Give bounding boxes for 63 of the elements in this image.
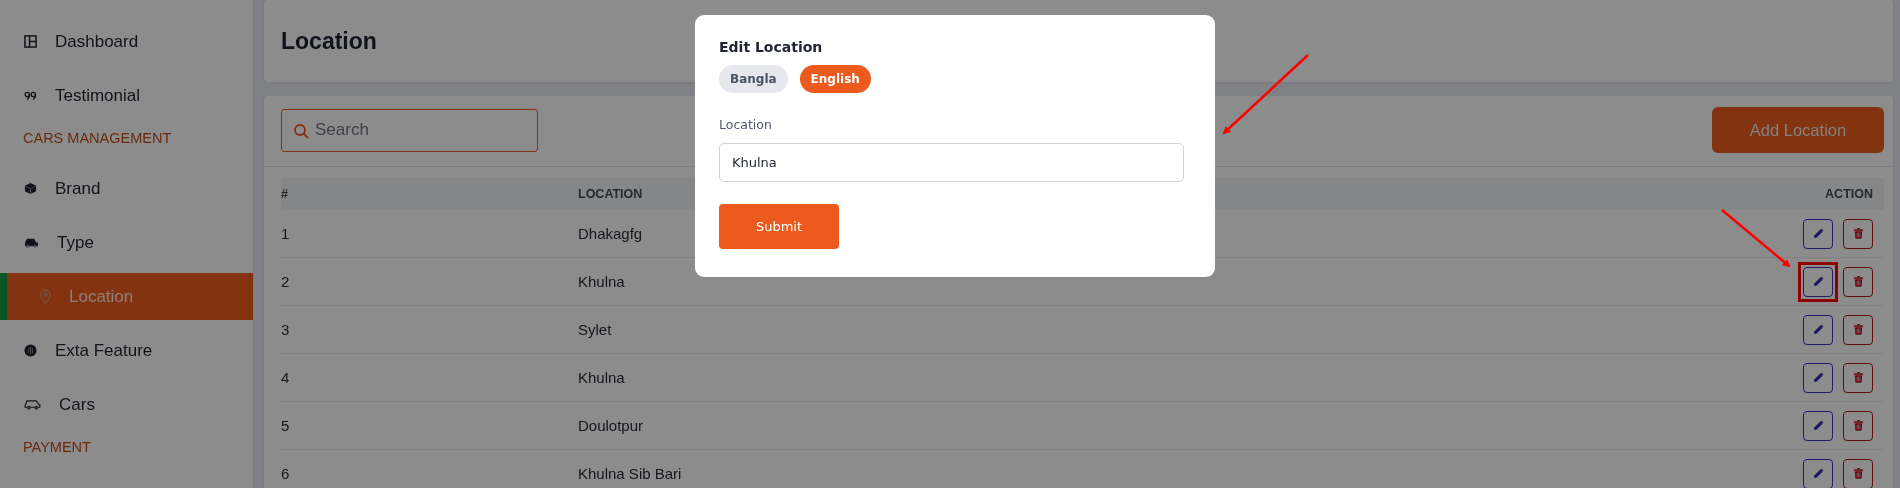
sidebar-item[interactable]: Brand xyxy=(0,165,253,212)
column-header: LOCATION xyxy=(578,187,643,201)
table-cell: 6 xyxy=(281,465,290,482)
trash-icon xyxy=(1852,420,1864,431)
field-label: Location xyxy=(719,117,773,132)
sidebar-item[interactable]: Cars xyxy=(0,381,253,428)
page-title: Location xyxy=(281,27,377,55)
dashboard-icon xyxy=(24,35,37,48)
language-tab[interactable]: English xyxy=(799,65,871,93)
car-icon xyxy=(24,399,41,410)
trash-icon xyxy=(1852,372,1864,383)
delete-button[interactable] xyxy=(1843,266,1873,297)
pencil-icon xyxy=(1812,372,1824,383)
search-field[interactable]: Search xyxy=(281,108,538,152)
quote-icon xyxy=(24,90,37,101)
sidebar-section-heading: PAYMENT xyxy=(22,438,92,457)
cube-icon xyxy=(24,182,37,195)
trash-icon xyxy=(1852,228,1864,239)
edit-button[interactable] xyxy=(1803,458,1833,488)
pencil-icon xyxy=(1812,468,1824,479)
table-cell: 4 xyxy=(281,369,290,386)
car-icon xyxy=(24,237,39,248)
sidebar-item[interactable]: Dashboard xyxy=(0,18,253,65)
sidebar-item[interactable]: Testimonial xyxy=(0,72,253,119)
table-cell: Sylet xyxy=(578,321,612,338)
table-cell: Khulna xyxy=(578,273,625,290)
trash-icon xyxy=(1852,276,1864,287)
edit-button[interactable] xyxy=(1803,410,1833,441)
table-cell: 1 xyxy=(281,225,290,242)
table-cell: Doulotpur xyxy=(578,417,644,434)
delete-button[interactable] xyxy=(1843,410,1873,441)
trash-icon xyxy=(1852,468,1864,479)
delete-button[interactable] xyxy=(1843,218,1873,249)
trash-icon xyxy=(1852,324,1864,335)
table-cell: Khulna xyxy=(578,369,625,386)
sidebar-item[interactable]: Exta Feature xyxy=(0,327,253,374)
delete-button[interactable] xyxy=(1843,314,1873,345)
language-tab[interactable]: Bangla xyxy=(719,65,788,93)
table-cell: Dhakagfg xyxy=(578,225,643,242)
table-cell: Khulna Sib Bari xyxy=(578,465,682,482)
dialog-title: Edit Location xyxy=(719,39,824,55)
pencil-icon xyxy=(1812,228,1824,239)
column-header: # xyxy=(281,187,288,201)
table-cell: 5 xyxy=(281,417,290,434)
table-cell: 3 xyxy=(281,321,290,338)
pencil-icon xyxy=(1812,276,1824,287)
annotation-arrow xyxy=(1721,209,1791,268)
edit-button[interactable] xyxy=(1803,218,1833,249)
map-pin-icon xyxy=(40,289,51,304)
sidebar-item[interactable]: Type xyxy=(0,219,253,266)
sidebar-section-heading: CARS MANAGEMENT xyxy=(22,129,173,148)
location-input[interactable]: Khulna xyxy=(719,143,1184,182)
pencil-icon xyxy=(1812,324,1824,335)
delete-button[interactable] xyxy=(1843,458,1873,488)
search-icon xyxy=(293,122,309,139)
table-cell: 2 xyxy=(281,273,290,290)
edit-button[interactable] xyxy=(1803,362,1833,393)
submit-button[interactable]: Submit xyxy=(719,204,839,249)
edit-button[interactable] xyxy=(1803,314,1833,345)
column-header: ACTION xyxy=(1825,187,1873,201)
delete-button[interactable] xyxy=(1843,362,1873,393)
disc-icon xyxy=(24,344,37,357)
pencil-icon xyxy=(1812,420,1824,431)
